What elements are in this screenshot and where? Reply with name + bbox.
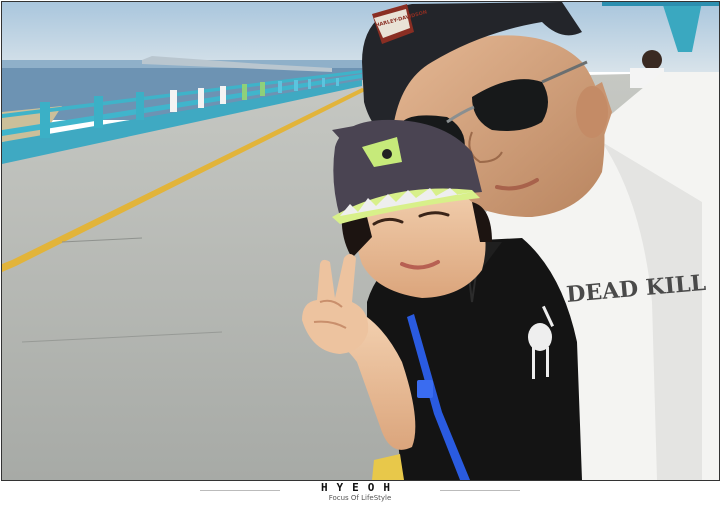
watermark-footer: HYEOH Focus Of LifeStyle — [0, 480, 720, 506]
photo-frame: DEAD KILL HARLEY-DAVIDSON HYEOH Focus Of… — [0, 0, 720, 506]
watermark-tagline: Focus Of LifeStyle — [328, 494, 392, 502]
watermark-brand: HYEOH — [320, 481, 400, 494]
selfie-photo: DEAD KILL HARLEY-DAVIDSON — [1, 1, 720, 481]
footer-rule-right — [440, 490, 520, 491]
